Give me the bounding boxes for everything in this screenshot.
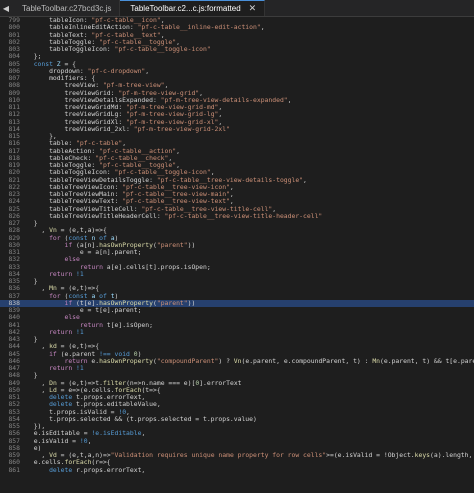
code-token: ,	[87, 436, 92, 445]
code-token: "pf-c-table__toggle-icon"	[114, 45, 211, 53]
code-token: delete	[26, 465, 73, 474]
editor-tab-bar: ◀ TableToolbar.c27bcd3c.js TableToolbar.…	[0, 0, 474, 17]
line-code: return e.hasOwnProperty("compoundParent"…	[26, 356, 474, 365]
code-token: t[e].isOpen;	[102, 320, 153, 329]
code-token: "pf-c-dropdown"	[87, 66, 146, 75]
code-token: "compoundParent"	[156, 356, 219, 365]
code-token: t.props.selected && (t.props.selected = …	[26, 414, 257, 423]
code-token: a[e].cells[t].props.isOpen;	[102, 262, 211, 271]
code-token: ,	[303, 175, 307, 184]
code-token: !1	[72, 327, 84, 336]
code-token: r.props.errorText,	[72, 465, 146, 474]
tab-tabletoolbar-formatted[interactable]: TableToolbar.c2...c.js:formatted ✕	[120, 0, 266, 16]
line-code: t.props.selected && (t.props.selected = …	[26, 414, 257, 423]
code-token: ].errorText	[199, 378, 242, 387]
devtools-sources-panel: ◀ TableToolbar.c27bcd3c.js TableToolbar.…	[0, 0, 474, 493]
code-token: Vn	[233, 356, 242, 365]
code-line[interactable]: 861 delete r.props.errorText,	[0, 465, 474, 474]
code-token: ,	[176, 146, 180, 155]
close-tab-icon[interactable]: ✕	[249, 3, 257, 14]
code-line[interactable]: 854 t.props.selected && (t.props.selecte…	[0, 414, 474, 423]
line-number[interactable]: 861	[0, 466, 20, 474]
code-line[interactable]: 847 return !1	[0, 364, 474, 372]
code-token: ,	[260, 23, 265, 32]
code-token: "pf-m-tree-view-grid-2xl"	[133, 124, 230, 133]
line-code: tableToggleIcon: "pf-c-table__toggle-ico…	[26, 45, 211, 53]
code-token: "pf-c-table__tree-view-title-header-cell…	[164, 211, 323, 220]
code-token: ))	[187, 240, 196, 249]
code-token: ,	[145, 66, 150, 75]
tab-bar-empty-space	[265, 0, 474, 16]
code-token: keys	[414, 451, 431, 459]
code-token: ,	[141, 429, 146, 438]
code-token: !e.isEditable	[91, 429, 142, 438]
code-token: tableTreeViewTitleHeaderCell:	[26, 211, 165, 220]
code-line[interactable]: 814 treeViewGrid_2xl: "pf-m-tree-view-gr…	[0, 124, 474, 133]
code-token: hasOwnProperty	[99, 356, 153, 365]
code-token: "parent"	[156, 298, 188, 307]
code-token: !1	[72, 364, 84, 372]
code-token: ,	[287, 95, 292, 104]
code-token: !1	[72, 269, 84, 278]
code-token: Mn	[372, 356, 381, 365]
code-editor[interactable]: 799 tableIcon: "pf-c-table__icon", 800 ta…	[0, 17, 474, 493]
code-token: >=(e.isValid = !Object.	[326, 451, 415, 459]
code-line[interactable]: 842 return !1	[0, 327, 474, 336]
line-code: delete r.props.errorText,	[26, 465, 146, 474]
code-token: !0	[79, 436, 88, 445]
tab-tabletoolbar-source[interactable]: TableToolbar.c27bcd3c.js	[12, 0, 121, 16]
tab-label: TableToolbar.c2...c.js:formatted	[130, 4, 241, 13]
code-token: (a).length,	[430, 451, 473, 459]
code-line[interactable]: 834 return !1	[0, 269, 474, 278]
code-token: ) ?	[218, 356, 234, 365]
code-token: "parent"	[156, 240, 188, 249]
code-token: (e.parent, e.compoundParent, t) :	[241, 356, 373, 365]
code-line[interactable]: 826 tableTreeViewTitleHeaderCell: "pf-c-…	[0, 211, 474, 220]
tab-scroll-left-icon[interactable]: ◀	[0, 0, 12, 16]
code-line[interactable]: 803 tableToggleIcon: "pf-c-table__toggle…	[0, 45, 474, 53]
tab-label: TableToolbar.c27bcd3c.js	[22, 3, 112, 13]
line-code: tableTreeViewTitleHeaderCell: "pf-c-tabl…	[26, 211, 323, 220]
code-token: (e.parent, t) && t[e.parent].isOpen	[380, 356, 474, 365]
code-token: e.	[87, 356, 100, 365]
code-token: "Validation requires unique name propert…	[110, 451, 327, 459]
code-token: ))	[187, 298, 196, 307]
code-line[interactable]: 857 e.isValid = !0,	[0, 436, 474, 445]
